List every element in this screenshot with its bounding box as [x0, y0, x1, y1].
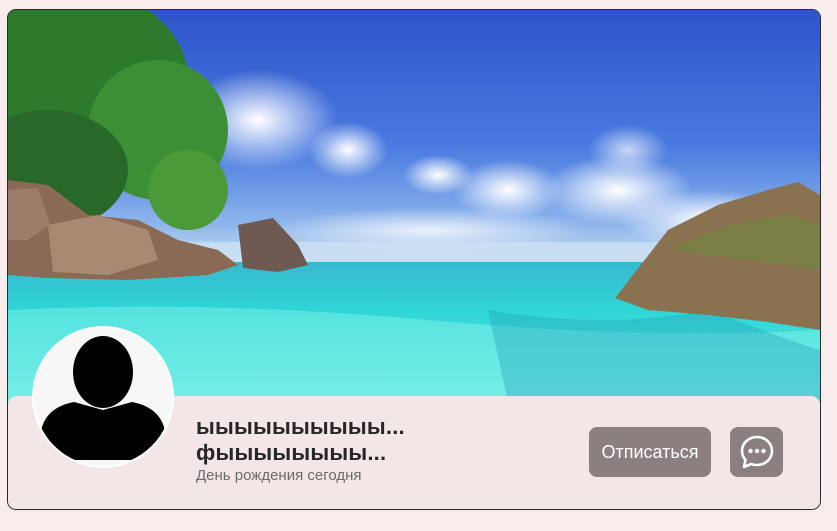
profile-name-line-1: ыыыыыыыыыы...: [196, 414, 405, 439]
birthday-status: День рождения сегодня: [196, 467, 362, 484]
profile-name-line-2: фыыыыыыыы...: [196, 440, 387, 465]
chat-bubble-icon: [740, 435, 773, 469]
profile-card: ыыыыыыыыыы... фыыыыыыыы... День рождения…: [7, 9, 821, 510]
unsubscribe-button[interactable]: Отписаться: [589, 427, 711, 477]
avatar: [34, 328, 172, 466]
default-user-icon: [34, 328, 172, 466]
message-button[interactable]: [730, 427, 783, 477]
